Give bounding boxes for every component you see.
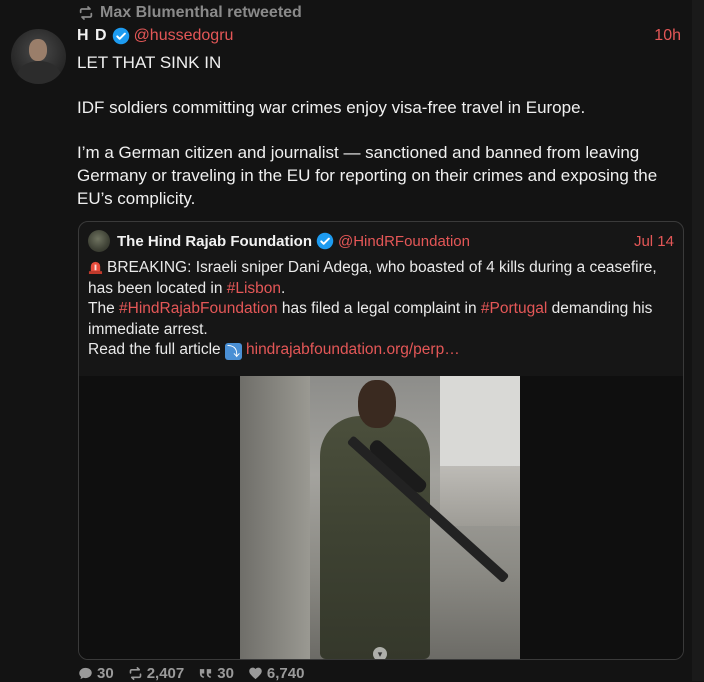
avatar[interactable] bbox=[11, 29, 66, 84]
quoted-author-row: The Hind Rajab Foundation @HindRFoundati… bbox=[88, 230, 674, 252]
chevron-down-icon[interactable]: ▾ bbox=[373, 647, 387, 659]
quoted-text: Read the full article bbox=[88, 341, 221, 358]
like-count: 6,740 bbox=[266, 665, 305, 682]
soldier-photo[interactable]: ▾ bbox=[240, 376, 520, 659]
quoted-author-name[interactable]: The Hind Rajab Foundation bbox=[117, 233, 312, 250]
quoted-text: has filed a legal complaint in bbox=[277, 300, 481, 317]
tweet-body: LET THAT SINK IN IDF soldiers committing… bbox=[77, 51, 681, 232]
reply-count: 30 bbox=[97, 665, 114, 682]
verified-badge-icon bbox=[112, 27, 129, 45]
article-link[interactable]: hindrajabfoundation.org/perp… bbox=[246, 341, 460, 358]
retweet-button[interactable]: 2,407 bbox=[128, 665, 185, 682]
action-bar: 30 2,407 30 6,740 bbox=[78, 665, 304, 682]
tweet-paragraph: LET THAT SINK IN bbox=[77, 53, 222, 72]
quoted-tweet[interactable]: The Hind Rajab Foundation @HindRFoundati… bbox=[78, 221, 684, 660]
quote-count: 30 bbox=[217, 665, 234, 682]
tweet-timestamp[interactable]: 10h bbox=[654, 27, 681, 45]
hashtag-link[interactable]: #Lisbon bbox=[227, 280, 281, 297]
retweet-icon bbox=[129, 667, 141, 680]
quoted-avatar[interactable] bbox=[88, 230, 110, 252]
reply-icon bbox=[79, 667, 92, 680]
retweet-header[interactable]: Max Blumenthal retweeted bbox=[78, 4, 302, 22]
author-handle[interactable]: @hussedogru bbox=[134, 27, 234, 45]
tweet-paragraph: I’m a German citizen and journalist — sa… bbox=[77, 143, 658, 208]
quoted-media[interactable]: ▾ bbox=[79, 376, 683, 659]
siren-icon bbox=[88, 261, 103, 274]
author-name[interactable]: H D bbox=[77, 27, 108, 45]
retweet-label: Max Blumenthal retweeted bbox=[100, 4, 302, 21]
quoted-text: . bbox=[281, 279, 286, 297]
heart-icon bbox=[249, 667, 262, 680]
reply-button[interactable]: 30 bbox=[78, 665, 114, 682]
quoted-text: The bbox=[88, 300, 120, 317]
hashtag-link[interactable]: #HindRajabFoundation bbox=[119, 300, 278, 317]
retweet-icon bbox=[79, 6, 93, 20]
verified-badge-icon bbox=[316, 232, 334, 250]
quoted-timestamp[interactable]: Jul 14 bbox=[634, 233, 674, 250]
tweet-author-row: H D @hussedogru 10h bbox=[77, 27, 681, 45]
arrow-down-icon: ⤵ bbox=[225, 343, 242, 360]
hashtag-link[interactable]: #Portugal bbox=[481, 300, 547, 317]
quote-button[interactable]: 30 bbox=[198, 665, 234, 682]
like-button[interactable]: 6,740 bbox=[248, 665, 305, 682]
quoted-body: BREAKING: Israeli sniper Dani Adega, who… bbox=[88, 258, 678, 361]
scrollbar[interactable] bbox=[692, 0, 704, 681]
quoted-author-handle[interactable]: @HindRFoundation bbox=[338, 233, 470, 250]
retweet-count: 2,407 bbox=[146, 665, 185, 682]
tweet-paragraph: IDF soldiers committing war crimes enjoy… bbox=[77, 98, 586, 117]
quoted-text: BREAKING: Israeli sniper Dani Adega, who… bbox=[88, 259, 657, 297]
quote-icon bbox=[200, 669, 212, 678]
